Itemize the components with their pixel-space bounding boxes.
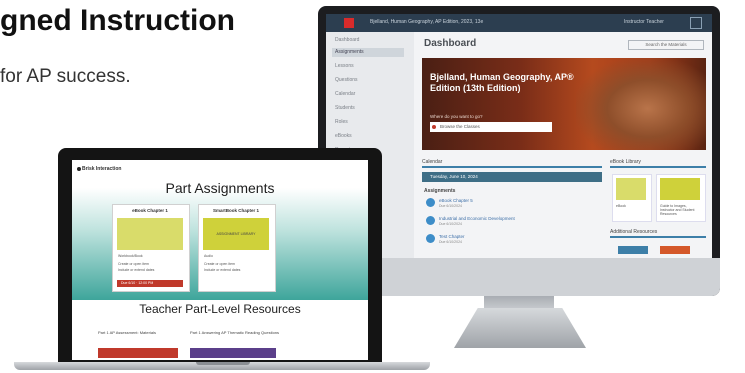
due-date-badge[interactable]: Due 6/10 · 12:00 PM <box>117 280 183 287</box>
sidebar-item-calendar[interactable]: Calendar <box>332 90 404 99</box>
assignment-title[interactable]: Test Chapter <box>439 234 465 239</box>
card-meta: Create or open item <box>204 262 235 266</box>
card-meta: Include or extend dates <box>118 268 155 272</box>
page-title: Dashboard <box>424 38 477 49</box>
assignment-card-title: eBook Chapter 1 <box>132 208 168 213</box>
sidebar-item-assignments[interactable]: Assignments <box>332 48 404 57</box>
card-meta: Include or extend dates <box>204 268 241 272</box>
resource-title[interactable]: Part 1 AP Assessment: Materials <box>98 330 156 335</box>
ebook-cover-image <box>616 178 646 200</box>
guide-card-label: Guide to Images, Instructor and Student … <box>660 204 695 216</box>
ebook-heading: eBook Library <box>610 158 706 168</box>
app-topbar: Bjelland, Human Geography, AP Edition, 2… <box>326 14 712 32</box>
resource-button[interactable] <box>98 348 178 358</box>
assignment-icon <box>426 198 435 207</box>
assignment-card-image-label: ASSIGNMENT LIBRARY <box>216 232 256 236</box>
assignment-card-image <box>117 218 183 250</box>
sidebar-item-questions[interactable]: Questions <box>332 76 404 85</box>
teacher-resources-heading: Teacher Part-Level Resources <box>139 302 301 316</box>
monitor-stand <box>454 308 586 348</box>
laptop-screen: Brisk Interaction Part Assignments eBook… <box>72 160 368 360</box>
resource-title[interactable]: Part 1 Answering AP Thematic Reading Que… <box>190 330 280 335</box>
marketing-subline: for AP success. <box>0 66 131 87</box>
menu-icon[interactable] <box>690 17 702 29</box>
hero-question: Where do you want to go? <box>430 114 483 119</box>
part-assignments-heading: Part Assignments <box>165 180 275 196</box>
assignment-card-title: SmartBook Chapter 1 <box>212 208 259 213</box>
assignment-icon <box>426 234 435 243</box>
assignment-due: Due 6/10/2024 <box>439 204 462 208</box>
resource-button[interactable] <box>190 348 276 358</box>
assignments-heading: Assignments <box>424 188 456 194</box>
laptop-brand: Brisk Interaction <box>82 166 122 172</box>
calendar-heading: Calendar <box>422 158 602 168</box>
course-title: Bjelland, Human Geography, AP Edition, 2… <box>370 19 484 25</box>
hero-course-title: Bjelland, Human Geography, AP® Edition (… <box>430 72 574 93</box>
sidebar-item-students[interactable]: Students <box>332 104 404 113</box>
ebook-card-label: eBook <box>616 204 626 208</box>
sidebar-item-ebooks[interactable]: eBooks <box>332 132 404 141</box>
guide-cover-image <box>660 178 700 200</box>
resource-tile[interactable] <box>618 246 648 254</box>
calendar-date: Tuesday, June 10, 2024 <box>430 174 478 179</box>
assignment-due: Due 6/10/2024 <box>439 222 462 226</box>
laptop-notch <box>196 362 250 365</box>
assignment-due: Due 6/10/2024 <box>439 240 462 244</box>
hero-browse-input[interactable]: Browse the Classes <box>430 122 552 132</box>
sidebar-item-lessons[interactable]: Lessons <box>332 62 404 71</box>
brand-dot-icon <box>77 167 81 171</box>
marketing-headline: gned Instruction <box>0 4 235 37</box>
monitor-neck <box>484 296 554 310</box>
assignment-icon <box>426 216 435 225</box>
search-materials-button[interactable]: Search the Materials <box>628 40 704 50</box>
sidebar-item-dashboard[interactable]: Dashboard <box>332 36 404 45</box>
card-meta: Audio <box>204 254 213 258</box>
browse-icon <box>432 125 436 129</box>
user-name[interactable]: Instructor Teacher <box>624 19 664 25</box>
monitor-screen: Bjelland, Human Geography, AP Edition, 2… <box>326 14 712 258</box>
assignment-title[interactable]: eBook Chapter 5 <box>439 198 473 203</box>
hero-photo <box>576 58 706 150</box>
assignment-title[interactable]: Industrial and Economic Development <box>439 216 515 221</box>
additional-resources-heading: Additional Resources <box>610 228 706 238</box>
sidebar-item-roles[interactable]: Roles <box>332 118 404 127</box>
brand-logo-icon[interactable] <box>344 18 354 28</box>
card-meta: Workbook/Book <box>118 254 143 258</box>
resource-tile[interactable] <box>660 246 690 254</box>
card-meta: Create or open item <box>118 262 149 266</box>
